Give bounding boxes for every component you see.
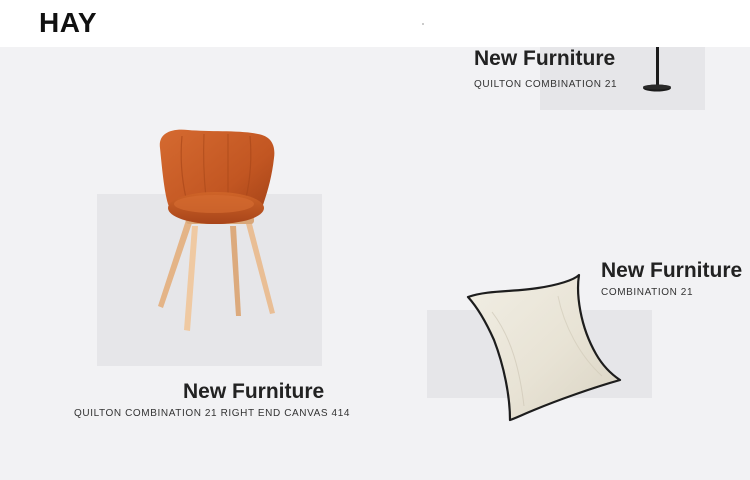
floor-lamp-icon[interactable]	[636, 40, 676, 94]
page: HAY New Furniture QUILTON COMBINATION 21	[0, 0, 750, 480]
header-dot	[422, 23, 424, 25]
card-title-chair[interactable]: New Furniture	[183, 380, 324, 404]
card-title-lamp[interactable]: New Furniture	[474, 47, 615, 71]
hay-logo[interactable]: HAY	[39, 9, 97, 37]
site-header: HAY	[0, 0, 750, 47]
card-title-cushion[interactable]: New Furniture	[601, 259, 742, 283]
chair-icon[interactable]	[148, 128, 280, 333]
card-subtitle-lamp[interactable]: QUILTON COMBINATION 21	[474, 79, 617, 91]
card-subtitle-cushion[interactable]: COMBINATION 21	[601, 287, 693, 299]
card-subtitle-chair[interactable]: QUILTON COMBINATION 21 RIGHT END CANVAS …	[74, 408, 350, 420]
